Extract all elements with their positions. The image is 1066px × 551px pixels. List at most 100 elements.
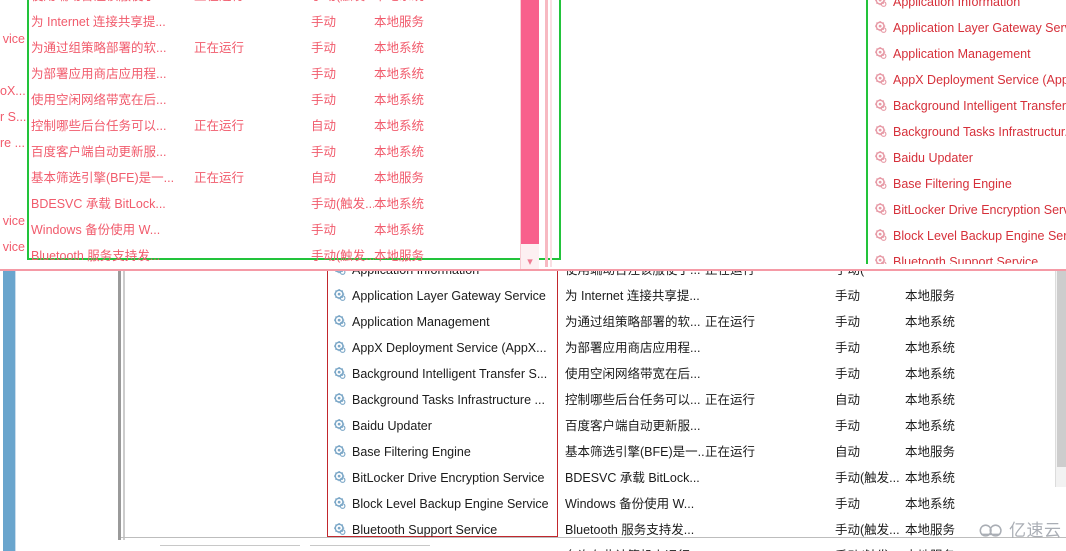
- table-row[interactable]: Windows 备份使用 W... 手动 本地系统: [31, 217, 631, 243]
- service-gear-icon: [874, 0, 888, 7]
- cell-desc: 为通过组策略部署的软...: [31, 41, 167, 55]
- service-gear-icon: [874, 17, 888, 33]
- table-row[interactable]: Bluetooth 服务支持发... 手动(触发...本地服务: [31, 243, 631, 269]
- list-item[interactable]: Background Tasks Infrastructur...: [868, 119, 1066, 145]
- table-row[interactable]: 为 Internet 连接共享提... 手动 本地服务: [565, 283, 1065, 309]
- table-row[interactable]: 百度客户端自动更新服... 手动 本地系统: [31, 139, 631, 165]
- table-row[interactable]: BDESVC 承载 BitLock...手动(触发...本地系统: [565, 465, 1065, 491]
- cell-logon: 本地系统: [374, 67, 425, 81]
- cell-desc: 使用空闲网络带宽在后...: [565, 367, 701, 381]
- cell-desc: Bluetooth 服务支持发...: [565, 523, 695, 537]
- cell-desc: 使用端动台注该服使于...: [565, 271, 705, 283]
- cell-logon: 本地服务: [905, 543, 1005, 551]
- name-sliver-row[interactable]: vice: [0, 234, 27, 260]
- list-item[interactable]: Application Layer Gateway Service: [329, 283, 557, 309]
- cell-stat: 正在运行: [705, 393, 756, 407]
- list-item[interactable]: BitLocker Drive Encryption Serv...: [868, 197, 1066, 223]
- top-services-table[interactable]: 使用端动台注该服使于...正在运行手动(触发...本地系统为 Internet …: [31, 0, 631, 271]
- service-gear-icon: [874, 69, 888, 85]
- tree-pane-splitter[interactable]: [118, 271, 121, 540]
- service-name-label: Block Level Backup Engine Serv...: [893, 229, 1066, 243]
- cell-start: 手动: [835, 289, 861, 303]
- list-item[interactable]: Application Information: [329, 271, 557, 283]
- status-bar-segment-left: [160, 545, 300, 546]
- list-item[interactable]: Background Tasks Infrastructure ...: [329, 387, 557, 413]
- service-name-label: Bluetooth Support Service: [352, 523, 498, 537]
- cell-start: 手动(触发...: [835, 471, 900, 485]
- service-name-label: Background Tasks Infrastructur...: [893, 125, 1066, 139]
- name-sliver-row[interactable]: r S...: [0, 104, 27, 130]
- bottom-service-name-list[interactable]: Application Information Application Layer…: [329, 271, 557, 539]
- list-item[interactable]: Application Layer Gateway Serv...: [868, 15, 1066, 41]
- list-item[interactable]: Application Management: [329, 309, 557, 335]
- name-sliver-row[interactable]: oX...: [0, 78, 27, 104]
- list-item[interactable]: Background Intelligent Transfer...: [868, 93, 1066, 119]
- list-item[interactable]: Base Filtering Engine: [329, 439, 557, 465]
- service-gear-icon: [333, 311, 347, 327]
- top-panel-scrollbar[interactable]: ▾: [520, 0, 539, 271]
- cell-desc: 使用端动台注该服使于...: [31, 0, 194, 9]
- top-name-column-sliver[interactable]: vice oX... r S... re ... vice vice: [0, 0, 27, 271]
- list-item[interactable]: Bluetooth Support Service: [329, 517, 557, 539]
- service-name-label: AppX Deployment Service (AppX...: [352, 341, 547, 355]
- table-row[interactable]: 基本筛选引擎(BFE)是一...正在运行自动本地服务: [31, 165, 631, 191]
- list-item[interactable]: Baidu Updater: [329, 413, 557, 439]
- cell-logon: 本地服务: [374, 249, 425, 263]
- panel-splitter[interactable]: [545, 0, 548, 267]
- name-sliver-row[interactable]: vice: [0, 26, 27, 52]
- cell-start: 手动: [835, 341, 861, 355]
- service-gear-icon: [874, 199, 888, 215]
- cell-start: 手动(触发...: [835, 543, 905, 551]
- cell-logon: 本地系统: [374, 197, 425, 211]
- name-sliver-row[interactable]: [0, 0, 27, 26]
- table-row[interactable]: 为部署应用商店应用程... 手动 本地系统: [565, 335, 1065, 361]
- table-row[interactable]: 使用空闲网络带宽在后... 手动 本地系统: [31, 87, 631, 113]
- list-item[interactable]: Bluetooth Support Service: [868, 249, 1066, 264]
- name-sliver-row[interactable]: vice: [0, 208, 27, 234]
- table-row[interactable]: 允许在此计算机上运行... 手动(触发...本地服务: [565, 543, 1065, 551]
- table-row[interactable]: 为 Internet 连接共享提... 手动 本地服务: [31, 9, 631, 35]
- list-item[interactable]: Block Level Backup Engine Service: [329, 491, 557, 517]
- table-row[interactable]: 基本筛选引擎(BFE)是一...正在运行自动本地服务: [565, 439, 1065, 465]
- list-item[interactable]: Application Information: [868, 0, 1066, 15]
- list-item[interactable]: Block Level Backup Engine Serv...: [868, 223, 1066, 249]
- list-item[interactable]: AppX Deployment Service (App...: [868, 67, 1066, 93]
- table-row[interactable]: 为部署应用商店应用程... 手动 本地系统: [31, 61, 631, 87]
- name-sliver-row[interactable]: [0, 156, 27, 182]
- table-row[interactable]: 使用端动台注该服使于...正在运行手动(触发...本地系统: [31, 0, 631, 9]
- name-sliver-row[interactable]: re ...: [0, 130, 27, 156]
- table-row[interactable]: 控制哪些后台任务可以... 正在运行 自动 本地系统: [565, 387, 1065, 413]
- cell-logon: 本地系统: [905, 419, 956, 433]
- list-item[interactable]: BitLocker Drive Encryption Service: [329, 465, 557, 491]
- cell-desc: 控制哪些后台任务可以...: [31, 119, 167, 133]
- scrollbar-thumb[interactable]: [521, 0, 539, 244]
- table-row[interactable]: BDESVC 承载 BitLock...手动(触发...本地系统: [31, 191, 631, 217]
- list-item[interactable]: AppX Deployment Service (AppX...: [329, 335, 557, 361]
- table-row[interactable]: Windows 备份使用 W... 手动 本地系统: [565, 491, 1065, 517]
- scrollbar-thumb[interactable]: [1057, 271, 1066, 467]
- cell-start: 手动(触发...: [311, 0, 374, 9]
- service-name-label: BitLocker Drive Encryption Serv...: [893, 203, 1066, 217]
- name-sliver-row[interactable]: [0, 52, 27, 78]
- table-row[interactable]: 为通过组策略部署的软... 正在运行 手动 本地系统: [565, 309, 1065, 335]
- bottom-panel-scrollbar[interactable]: [1055, 271, 1066, 487]
- cell-start: 自动: [835, 393, 861, 407]
- list-item[interactable]: Application Management: [868, 41, 1066, 67]
- cell-logon: 本地系统: [905, 341, 956, 355]
- table-row[interactable]: 为通过组策略部署的软... 正在运行 手动 本地系统: [31, 35, 631, 61]
- cell-start: 手动: [311, 223, 337, 237]
- top-service-name-list[interactable]: Application Information Application Layer…: [866, 0, 1066, 264]
- cell-logon: 本地服务: [374, 171, 425, 185]
- list-item[interactable]: Baidu Updater: [868, 145, 1066, 171]
- list-item[interactable]: Base Filtering Engine: [868, 171, 1066, 197]
- cell-desc: 百度客户端自动更新服...: [31, 145, 167, 159]
- table-row[interactable]: 使用端动台注该服使于...正在运行手动(: [565, 271, 1065, 283]
- name-sliver-row[interactable]: [0, 182, 27, 208]
- table-row[interactable]: 百度客户端自动更新服... 手动 本地系统: [565, 413, 1065, 439]
- cell-start: 手动(触发...: [835, 523, 900, 537]
- table-row[interactable]: 使用空闲网络带宽在后... 手动 本地系统: [565, 361, 1065, 387]
- table-row[interactable]: 控制哪些后台任务可以... 正在运行 自动 本地系统: [31, 113, 631, 139]
- bottom-services-table[interactable]: 使用端动台注该服使于...正在运行手动(为 Internet 连接共享提...手…: [565, 271, 1065, 551]
- list-item[interactable]: Background Intelligent Transfer S...: [329, 361, 557, 387]
- cell-desc: 允许在此计算机上运行...: [565, 543, 705, 551]
